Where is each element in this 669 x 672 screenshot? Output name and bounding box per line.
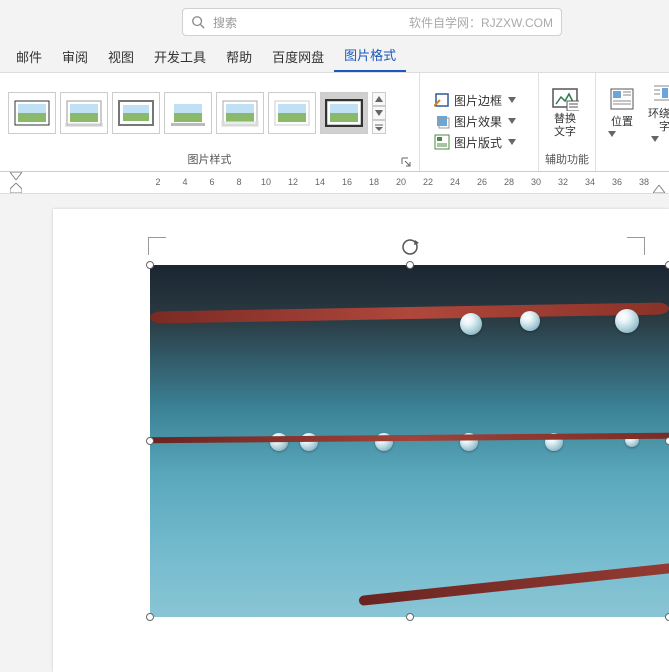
resize-handle-br[interactable] [665,613,669,621]
chevron-down-icon [651,136,669,160]
effects-icon [434,113,450,129]
selected-image[interactable] [150,265,669,617]
resize-handle-bl[interactable] [146,613,154,621]
gallery-scroll [372,92,386,134]
picture-style-0[interactable] [8,92,56,134]
tab-2[interactable]: 视图 [98,41,144,72]
picture-style-2[interactable] [112,92,160,134]
resize-handle-tl[interactable] [146,261,154,269]
picture-style-5[interactable] [268,92,316,134]
gallery-more-button[interactable] [372,120,386,134]
crop-mark-tl [148,237,166,255]
ruler-number: 14 [315,177,325,187]
tab-3[interactable]: 开发工具 [144,41,216,72]
ruler-number: 10 [261,177,271,187]
ruler-number: 32 [558,177,568,187]
styles-group-label: 图片样式 [188,154,232,166]
tab-6[interactable]: 图片格式 [334,39,406,72]
dialog-launcher-icon[interactable] [401,157,411,167]
chevron-down-icon [508,118,524,124]
picture-style-3[interactable] [164,92,212,134]
ruler-number: 24 [450,177,460,187]
position-button[interactable]: 位置 [602,85,642,157]
gallery-up-button[interactable] [372,92,386,106]
alt-text-button[interactable]: 替换 文字 [545,85,585,141]
ruler-number: 18 [369,177,379,187]
tab-5[interactable]: 百度网盘 [262,41,334,72]
alt-group-label: 辅助功能 [545,154,589,166]
first-line-indent-marker[interactable] [10,172,22,180]
picture-style-6[interactable] [320,92,368,134]
ruler-number: 8 [236,177,241,187]
tab-1[interactable]: 审阅 [52,41,98,72]
resize-handle-bm[interactable] [406,613,414,621]
wrap-icon [651,82,669,106]
ruler-number: 30 [531,177,541,187]
image-content [150,265,669,617]
ruler-number: 20 [396,177,406,187]
border-icon [434,92,450,108]
picture-style-4[interactable] [216,92,264,134]
crop-mark-tr [627,237,645,255]
document-page[interactable] [53,209,669,672]
picture-layout-button[interactable]: 图片版式 [430,133,528,152]
ruler-number: 36 [612,177,622,187]
resize-handle-ml[interactable] [146,437,154,445]
resize-handle-tr[interactable] [665,261,669,269]
rotate-handle[interactable] [400,237,420,257]
ribbon-tabs: 邮件审阅视图开发工具帮助百度网盘图片格式 [0,42,669,72]
document-canvas [0,194,669,672]
search-box[interactable]: 搜索 软件自学网：RJZXW.COM [182,8,562,36]
right-indent-marker[interactable] [653,185,665,193]
ruler-number: 28 [504,177,514,187]
chevron-down-icon [508,97,524,103]
watermark-text: 软件自学网：RJZXW.COM [409,14,553,31]
ruler-number: 26 [477,177,487,187]
tab-4[interactable]: 帮助 [216,41,262,72]
ruler-number: 12 [288,177,298,187]
hanging-indent-marker[interactable] [10,183,22,193]
chevron-down-icon [508,139,524,145]
chevron-down-icon [608,131,636,155]
ruler-number: 6 [209,177,214,187]
ribbon: 图片样式 图片边框 图片效果 图片版式 [0,72,669,172]
layout-icon [434,134,450,150]
search-icon [191,15,205,29]
picture-border-button[interactable]: 图片边框 [430,91,528,110]
resize-handle-mr[interactable] [665,437,669,445]
ruler-number: 22 [423,177,433,187]
ruler-number: 16 [342,177,352,187]
ruler-number: 34 [585,177,595,187]
search-placeholder: 搜索 [213,14,237,31]
gallery-down-button[interactable] [372,106,386,120]
tab-0[interactable]: 邮件 [6,41,52,72]
picture-effects-button[interactable]: 图片效果 [430,112,528,131]
horizontal-ruler[interactable]: 2468101214161820222426283032343638 [0,172,669,194]
alt-text-icon [551,87,579,111]
resize-handle-tm[interactable] [406,261,414,269]
picture-style-1[interactable] [60,92,108,134]
ruler-number: 4 [182,177,187,187]
ruler-number: 38 [639,177,649,187]
picture-styles-gallery [6,90,370,136]
position-icon [608,87,636,111]
ruler-number: 2 [155,177,160,187]
wrap-text-button[interactable]: 环绕文 字 [642,80,669,162]
